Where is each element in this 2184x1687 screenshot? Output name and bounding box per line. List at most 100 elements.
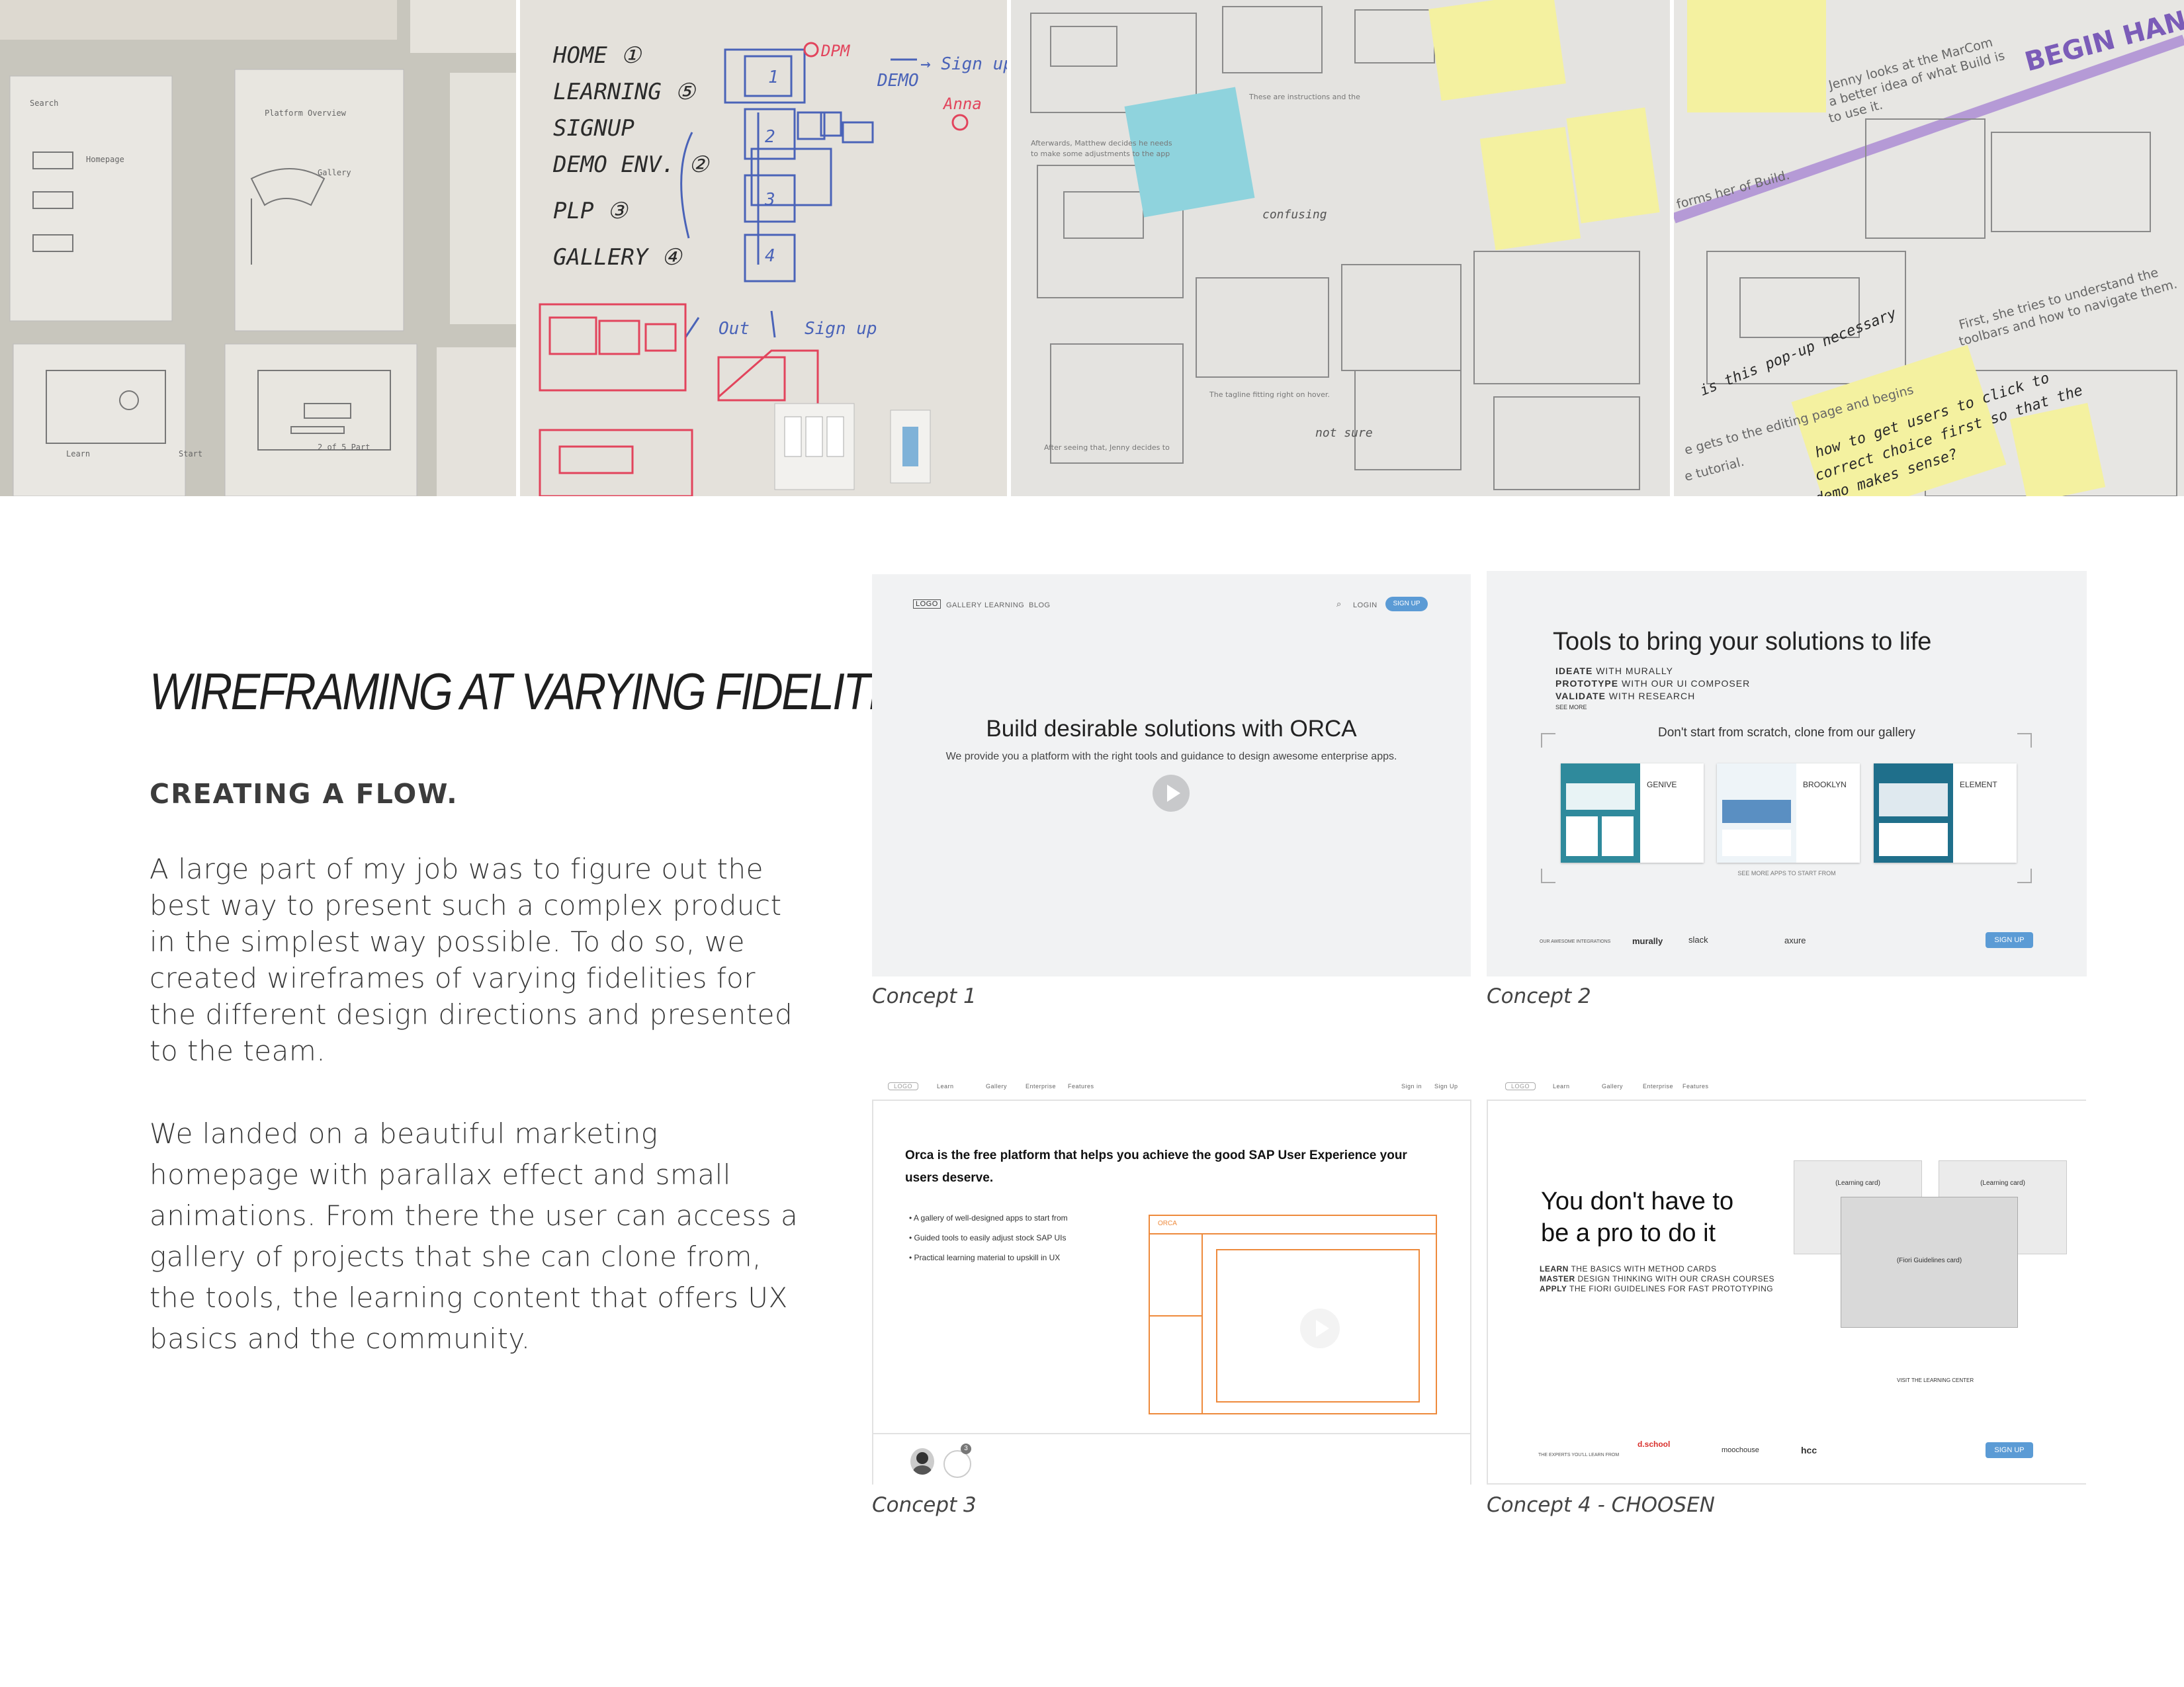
svg-text:Gallery: Gallery xyxy=(318,168,351,177)
nav-features[interactable]: Features xyxy=(1682,1083,1709,1090)
app-card-element[interactable]: ELEMENT xyxy=(1874,763,2017,863)
search-icon[interactable]: ⌕ xyxy=(1336,599,1342,609)
paragraph-2: We landed on a beautiful marketing homep… xyxy=(150,1117,799,1355)
clone-text: Don't start from scratch, clone from our… xyxy=(1657,726,1916,740)
see-more-apps-link[interactable]: SEE MORE APPS TO START FROM xyxy=(1487,870,2087,877)
svg-text:Platform Overview: Platform Overview xyxy=(265,108,347,118)
logo: LOGO xyxy=(1505,1082,1536,1090)
hero-headline: You don't have to be a pro to do it xyxy=(1541,1188,1734,1247)
photo-whiteboard: HOME ① LEARNING ⑤ SIGNUP DEMO ENV. ② PLP… xyxy=(520,0,1007,496)
signin-link[interactable]: Sign in xyxy=(1401,1083,1422,1090)
see-more-link[interactable]: SEE MORE xyxy=(1555,704,1587,711)
nav-gallery[interactable]: Gallery xyxy=(986,1083,1007,1090)
nav-learn[interactable]: Learn xyxy=(937,1083,954,1090)
svg-text:Learn: Learn xyxy=(66,449,90,458)
svg-text:2 of 5 Part: 2 of 5 Part xyxy=(318,443,370,452)
section-title: WIREFRAMING AT VARYING FIDELITIES xyxy=(150,662,937,720)
partner-logo: hcc xyxy=(1801,1445,1817,1455)
signup-button[interactable]: SIGN UP xyxy=(1986,1442,2033,1458)
hero-headline: Build desirable solutions with ORCA xyxy=(986,716,1357,742)
feature-line: VALIDATE WITH RESEARCH xyxy=(1555,691,1696,701)
integration-logo: slack xyxy=(1688,935,1708,945)
feature-line: APPLY THE FIORI GUIDELINES FOR FAST PROT… xyxy=(1540,1284,1774,1293)
nav-learn[interactable]: Learn xyxy=(1553,1083,1570,1090)
concept-4-caption: Concept 4 - CHOOSEN xyxy=(1487,1493,1715,1517)
photo-storyboard-notes: BEGIN HAND Jenny looks at the MarCom a b… xyxy=(1674,0,2184,496)
feature-line: LEARN THE BASICS WITH METHOD CARDS xyxy=(1540,1264,1717,1274)
login-link[interactable]: LOGIN xyxy=(1353,601,1377,609)
concept-3-caption: Concept 3 xyxy=(872,1493,977,1517)
svg-text:Homepage: Homepage xyxy=(86,155,124,164)
concept-2-caption: Concept 2 xyxy=(1487,984,1591,1008)
signup-link[interactable]: Sign Up xyxy=(1434,1083,1458,1090)
whiteboard-item: HOME ① xyxy=(552,42,642,69)
concept-1-caption: Concept 1 xyxy=(872,984,977,1008)
experts-label: THE EXPERTS YOU'LL LEARN FROM xyxy=(1538,1453,1620,1457)
play-icon[interactable] xyxy=(1300,1309,1340,1348)
concept-2-wireframe: Tools to bring your solutions to life ID… xyxy=(1487,571,2087,976)
svg-text:1: 1 xyxy=(768,67,779,87)
nav-gallery[interactable]: GALLERY xyxy=(946,601,982,609)
photo-storyboard: Afterwards, Matthew decides he needs to … xyxy=(1011,0,1670,496)
section-subtitle: CREATING A FLOW. xyxy=(150,778,459,810)
app-name: BROOKLYN xyxy=(1803,780,1847,789)
svg-text:DPM: DPM xyxy=(820,42,851,60)
logo: LOGO xyxy=(913,599,941,609)
feature-line: MASTER DESIGN THINKING WITH OUR CRASH CO… xyxy=(1540,1274,1774,1283)
notification-badge: 3 xyxy=(961,1444,971,1454)
svg-text:After seeing that, Jenny decid: After seeing that, Jenny decides to xyxy=(1044,443,1170,452)
whiteboard-item: PLP ③ xyxy=(553,198,629,224)
logo: LOGO xyxy=(888,1082,919,1090)
svg-text:The tagline fitting right on h: The tagline fitting right on hover. xyxy=(1209,390,1330,399)
bullet-item: • A gallery of well-designed apps to sta… xyxy=(909,1213,1068,1223)
svg-text:Out: Out xyxy=(719,319,750,339)
hero-subhead: We provide you a platform with the right… xyxy=(945,751,1397,762)
signup-button[interactable]: SIGN UP xyxy=(1385,597,1428,611)
hero-headline: Orca is the free platform that helps you… xyxy=(905,1148,1407,1185)
nav-learning[interactable]: LEARNING xyxy=(984,601,1024,609)
bullet-item: • Practical learning material to upskill… xyxy=(909,1253,1061,1262)
signup-button[interactable]: SIGN UP xyxy=(1986,932,2033,948)
svg-text:Afterwards, Matthew decides he: Afterwards, Matthew decides he needs xyxy=(1031,139,1172,148)
whiteboard-item: LEARNING ⑤ xyxy=(553,79,696,105)
partner-logo: d.school xyxy=(1638,1440,1671,1449)
paragraph-1: A large part of my job was to figure out… xyxy=(150,853,793,1067)
whiteboard-item: GALLERY ④ xyxy=(553,244,683,271)
chat-bubble-icon[interactable] xyxy=(943,1450,971,1478)
concept-4-wireframe: LOGO Learn Gallery Enterprise Features Y… xyxy=(1487,1074,2086,1485)
avatar[interactable] xyxy=(910,1448,934,1475)
partner-logo: moochouse xyxy=(1722,1446,1759,1454)
nav-features[interactable]: Features xyxy=(1068,1083,1094,1090)
svg-text:not sure: not sure xyxy=(1315,426,1373,440)
nav-gallery[interactable]: Gallery xyxy=(1602,1083,1623,1090)
svg-text:confusing: confusing xyxy=(1262,208,1327,222)
whiteboard-item: SIGNUP xyxy=(553,115,634,142)
concept-3-wireframe: LOGO Learn Gallery Enterprise Features S… xyxy=(872,1074,1471,1485)
play-icon[interactable] xyxy=(1153,775,1190,812)
svg-text:DEMO: DEMO xyxy=(877,71,919,91)
bullet-item: • Guided tools to easily adjust stock SA… xyxy=(909,1233,1067,1242)
svg-text:Search: Search xyxy=(30,99,58,108)
svg-text:3: 3 xyxy=(764,190,775,210)
svg-text:Anna: Anna xyxy=(942,95,982,113)
app-name: ELEMENT xyxy=(1960,780,1997,789)
feature-line: PROTOTYPE WITH OUR UI COMPOSER xyxy=(1555,678,1751,689)
app-name: GENIVE xyxy=(1647,780,1677,789)
svg-text:→ Sign up: → Sign up xyxy=(920,54,1007,74)
photo-paper-sketches: Search Homepage Platform Overview Gallery … xyxy=(0,0,516,496)
svg-text:Start: Start xyxy=(179,449,202,458)
app-card-brooklyn[interactable]: BROOKLYN xyxy=(1717,763,1860,863)
nav-blog[interactable]: BLOG xyxy=(1029,601,1051,609)
svg-text:4: 4 xyxy=(765,246,775,266)
nav-enterprise[interactable]: Enterprise xyxy=(1643,1083,1673,1090)
integrations-label: OUR AWESOME INTEGRATIONS xyxy=(1540,939,1611,944)
concept-1-wireframe: LOGO GALLERY LEARNING BLOG ⌕ LOGIN SIGN … xyxy=(872,574,1471,976)
fiori-guidelines-card[interactable]: (Fiori Guidelines card) xyxy=(1841,1197,2018,1328)
visit-learning-center-link[interactable]: VISIT THE LEARNING CENTER xyxy=(1897,1377,1974,1383)
svg-text:2: 2 xyxy=(765,127,775,147)
svg-text:These are instructions and the: These are instructions and the xyxy=(1248,93,1360,101)
svg-text:to make some adjustments to th: to make some adjustments to the app xyxy=(1031,150,1170,158)
app-card-genive[interactable]: GENIVE xyxy=(1561,763,1704,863)
nav-enterprise[interactable]: Enterprise xyxy=(1026,1083,1056,1090)
svg-text:Sign up: Sign up xyxy=(805,319,877,339)
